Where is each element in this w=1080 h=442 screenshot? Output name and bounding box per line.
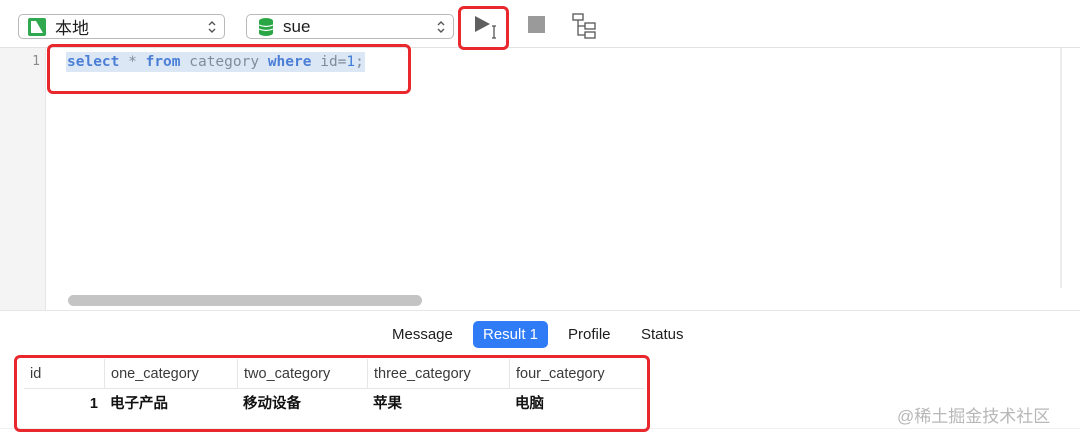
annotation-box-run [458, 6, 509, 50]
watermark: @稀土掘金技术社区 [897, 407, 1051, 426]
line-gutter: 1 [0, 48, 46, 310]
result-tabs: Message Result 1 Profile Status [0, 310, 1080, 356]
horizontal-scrollbar[interactable] [68, 295, 422, 306]
tab-status[interactable]: Status [631, 321, 694, 348]
tab-message[interactable]: Message [382, 321, 463, 348]
line-number: 1 [32, 54, 40, 69]
chevron-updown-icon [208, 21, 216, 33]
database-select[interactable]: sue [246, 14, 454, 39]
database-icon [258, 17, 274, 36]
annotation-box-sql [47, 44, 411, 94]
annotation-box-result [14, 355, 650, 432]
navicat-connection-icon [28, 17, 46, 36]
explain-icon[interactable] [571, 12, 599, 40]
chevron-updown-icon [437, 21, 445, 33]
database-label: sue [283, 16, 311, 36]
tab-result-1[interactable]: Result 1 [473, 321, 549, 348]
editor-edge [1060, 48, 1062, 288]
connection-label: 本地 [55, 19, 89, 38]
tab-profile[interactable]: Profile [558, 321, 621, 348]
query-toolbar: 本地 sue [0, 0, 1080, 48]
stop-icon[interactable] [528, 16, 545, 33]
connection-select[interactable]: 本地 [18, 14, 225, 39]
